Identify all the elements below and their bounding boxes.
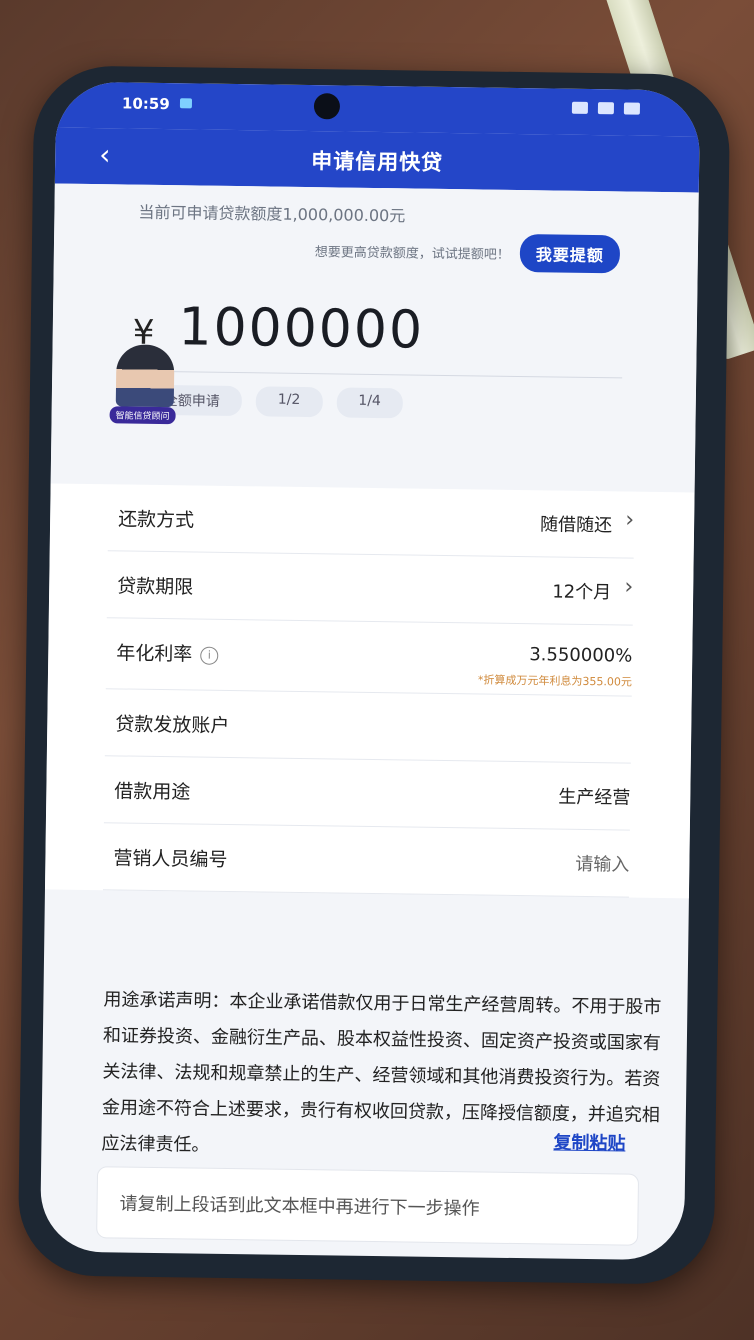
statement-placeholder: 请复制上段话到此文本框中再进行下一步操作 (119, 1193, 480, 1220)
raise-limit-row: 想要更高贷款额度，试试提额吧！ 我要提额 (314, 231, 621, 274)
row-annual-rate: 年化利率 i 3.550000% *折算成万元年利息为355.00元 (105, 618, 633, 697)
info-icon[interactable]: i (200, 646, 219, 665)
repayment-value: 随借随还 (539, 514, 613, 537)
nav-bar: ‹ 申请信用快贷 (54, 127, 700, 193)
term-value: 12个月 (552, 581, 612, 604)
loan-amount: 1000000 (178, 297, 425, 361)
raise-limit-button[interactable]: 我要提额 (519, 233, 621, 274)
sim-icon (571, 101, 589, 114)
signal-icon (597, 102, 615, 115)
raise-limit-hint: 想要更高贷款额度，试试提额吧！ (314, 244, 510, 263)
chevron-right-icon: › (624, 574, 634, 600)
page-title: 申请信用快贷 (311, 149, 444, 175)
row-loan-purpose[interactable]: 借款用途 生产经营 (103, 756, 631, 831)
copy-paste-link[interactable]: 复制粘贴 (553, 1129, 625, 1156)
row-disbursement-account[interactable]: 贷款发放账户 (104, 689, 632, 764)
assistant-badge[interactable]: 智能信贷顾问 (109, 406, 176, 425)
chip-half[interactable]: 1/2 (255, 386, 323, 418)
home-icon[interactable]: □ (349, 1256, 372, 1261)
battery-icon (623, 102, 641, 115)
notification-icon (179, 98, 193, 109)
rate-label: 年化利率 i (116, 638, 219, 666)
row-loan-term[interactable]: 贷款期限 12个月 › (106, 551, 634, 626)
marketer-input[interactable]: 请输入 (575, 850, 629, 877)
statement-textarea[interactable]: 请复制上段话到此文本框中再进行下一步操作 (96, 1166, 640, 1246)
rate-value: 3.550000% (529, 644, 633, 667)
purpose-label: 借款用途 (114, 780, 191, 804)
phone-frame: 10:59 ‹ 申请信用快贷 当前可申请贷款额度1,000,000.00元 想要… (17, 65, 731, 1285)
amount-divider (132, 370, 623, 379)
available-limit-text: 当前可申请贷款额度1,000,000.00元 (138, 202, 406, 226)
front-camera (313, 93, 341, 120)
repayment-label: 还款方式 (117, 508, 195, 532)
rate-label-text: 年化利率 (116, 642, 193, 666)
phone-screen: 10:59 ‹ 申请信用快贷 当前可申请贷款额度1,000,000.00元 想要… (39, 81, 701, 1261)
status-icons (571, 101, 641, 115)
term-label: 贷款期限 (117, 575, 194, 599)
chip-quarter[interactable]: 1/4 (336, 387, 404, 419)
loan-form: 还款方式 随借随还 › 贷款期限 12个月 › 年化利率 i 3.550000% … (44, 483, 695, 899)
amount-card: 当前可申请贷款额度1,000,000.00元 想要更高贷款额度，试试提额吧！ 我… (50, 183, 699, 493)
account-label: 贷款发放账户 (115, 713, 230, 737)
marketer-label: 营销人员编号 (113, 847, 228, 871)
amount-chips: 全额申请 1/2 1/4 (141, 384, 404, 419)
menu-icon[interactable]: ☰ (210, 1254, 232, 1261)
assistant-avatar-icon[interactable] (115, 344, 175, 408)
back-icon[interactable]: ◁ (499, 1258, 518, 1261)
row-repayment-method[interactable]: 还款方式 随借随还 › (107, 484, 635, 559)
amount-input[interactable]: ¥ 1000000 (132, 297, 425, 361)
rate-interest-note: *折算成万元年利息为355.00元 (477, 673, 633, 689)
status-time: 10:59 (121, 94, 170, 114)
chevron-right-icon: › (625, 507, 635, 533)
row-marketer-id[interactable]: 营销人员编号 请输入 (102, 823, 630, 898)
purpose-value: 生产经营 (558, 786, 631, 809)
